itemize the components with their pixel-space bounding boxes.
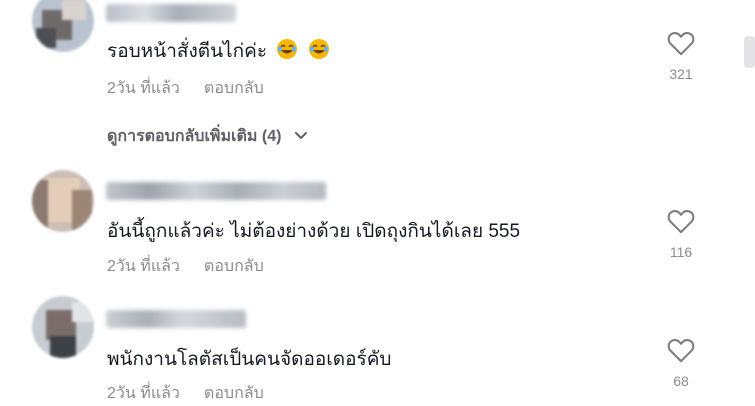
timestamp: 2วัน ที่แล้ว bbox=[107, 258, 180, 275]
comment-text: รอบหน้าสั่งตีนไก่ค่ะ bbox=[107, 36, 330, 66]
avatar[interactable] bbox=[32, 0, 94, 52]
timestamp: 2วัน ที่แล้ว bbox=[107, 385, 180, 402]
like-control: 321 bbox=[665, 30, 697, 82]
reply-button[interactable]: ตอบกลับ bbox=[204, 80, 264, 97]
like-count: 116 bbox=[669, 244, 693, 260]
avatar[interactable] bbox=[32, 296, 94, 358]
comment-meta: 2วัน ที่แล้ว ตอบกลับ bbox=[107, 381, 264, 406]
view-more-replies-button[interactable]: ดูการตอบกลับเพิ่มเติม (4) bbox=[107, 124, 308, 149]
username-blurred[interactable] bbox=[106, 310, 246, 328]
avatar[interactable] bbox=[32, 170, 94, 232]
comment-meta: 2วัน ที่แล้ว ตอบกลับ bbox=[107, 76, 264, 101]
comment-text: พนักงานโลตัสเป็นคนจัดออเดอร์คับ bbox=[107, 349, 392, 370]
like-count: 321 bbox=[669, 66, 693, 82]
username-blurred[interactable] bbox=[106, 182, 326, 200]
laughing-face-icon bbox=[308, 38, 330, 66]
comment-meta: 2วัน ที่แล้ว ตอบกลับ bbox=[107, 254, 264, 279]
reply-button[interactable]: ตอบกลับ bbox=[204, 258, 264, 275]
username-blurred[interactable] bbox=[106, 4, 236, 22]
chevron-down-icon bbox=[294, 128, 308, 146]
heart-icon[interactable] bbox=[667, 208, 695, 234]
timestamp: 2วัน ที่แล้ว bbox=[107, 80, 180, 97]
like-control: 116 bbox=[665, 208, 697, 260]
comment-text: อันนี้ถูกแล้วค่ะ ไม่ต้องย่างด้วย เปิดถุง… bbox=[107, 221, 521, 242]
reply-button[interactable]: ตอบกลับ bbox=[204, 385, 264, 402]
heart-icon[interactable] bbox=[667, 337, 695, 363]
laughing-face-icon bbox=[276, 38, 298, 66]
like-control: 68 bbox=[665, 337, 697, 389]
scrollbar-thumb[interactable] bbox=[744, 36, 755, 68]
heart-icon[interactable] bbox=[667, 30, 695, 56]
like-count: 68 bbox=[673, 373, 689, 389]
